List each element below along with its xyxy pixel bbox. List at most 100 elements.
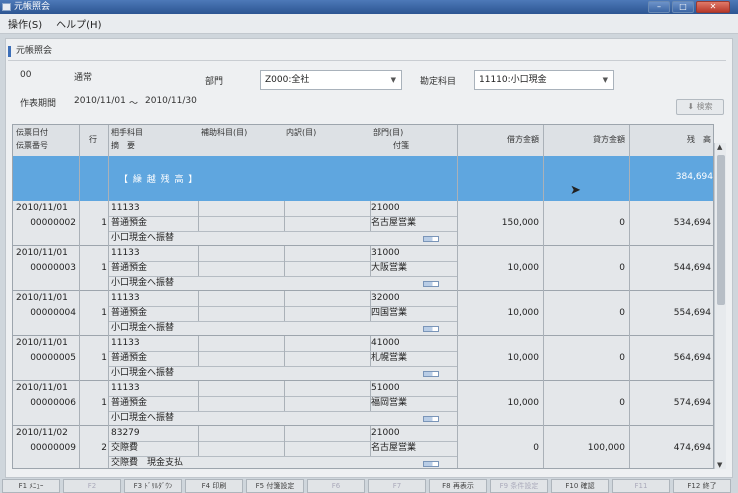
row-voucher-no: 00000003 — [30, 263, 76, 273]
function-key-2[interactable]: F2 — [63, 479, 121, 493]
function-key-bar: F1 ﾒﾆｭｰ F2 F3 ﾄﾞﾘﾙﾀﾞｳﾝ F4 印刷 F5 付箋設定 F6 F7 F8 再… — [0, 479, 738, 493]
row-memo: 交際費 現金支払 — [111, 458, 184, 468]
row-credit: 0 — [619, 353, 625, 363]
function-key-3[interactable]: F3 ﾄﾞﾘﾙﾀﾞｳﾝ — [124, 479, 182, 493]
row-dept-name: 大阪営業 — [371, 263, 408, 273]
header-credit: 貸方金額 — [543, 132, 625, 147]
ledger-row[interactable]: 2010/11/02 00000009 2 83279 交際費 交際費 現金支払 21000… — [13, 426, 713, 468]
tag-indicator-icon[interactable] — [423, 461, 439, 467]
window-title: 元帳照会 — [14, 2, 51, 12]
account-select-value: 11110:小口現金 — [479, 75, 547, 85]
row-account-name: 普通預金 — [111, 353, 148, 363]
scroll-thumb[interactable] — [717, 155, 725, 305]
row-credit: 0 — [619, 308, 625, 318]
vertical-scrollbar[interactable]: ▲ ▼ — [714, 143, 726, 469]
function-key-12[interactable]: F12 終了 — [673, 479, 731, 493]
function-key-10[interactable]: F10 確認 — [551, 479, 609, 493]
period-label: 作表期間 — [20, 99, 57, 109]
search-button[interactable]: ⬇ 検索 — [676, 99, 724, 115]
cell-divider — [108, 456, 457, 457]
ledger-grid: 伝票日付 伝票番号 行 相手科目 摘 要 補助科目(目) 内訳(目) 部門(目)… — [12, 124, 714, 469]
row-account-name: 普通預金 — [111, 263, 148, 273]
ledger-row[interactable]: 2010/11/01 00000004 1 11133 普通預金 小口現金へ振替 32000… — [13, 291, 713, 336]
cell-divider — [198, 246, 199, 276]
function-key-6[interactable]: F6 — [307, 479, 365, 493]
cell-divider — [198, 291, 199, 321]
row-balance: 534,694 — [673, 218, 711, 228]
period-to: 2010/11/30 — [145, 96, 197, 106]
search-button-label: 検索 — [696, 102, 713, 111]
row-debit: 10,000 — [507, 353, 540, 363]
function-key-5[interactable]: F5 付箋設定 — [246, 479, 304, 493]
app-icon — [2, 3, 11, 11]
account-select[interactable]: 11110:小口現金 ▼ — [474, 70, 614, 90]
function-key-11[interactable]: F11 — [612, 479, 670, 493]
cell-divider — [284, 381, 285, 411]
period-from: 2010/11/01 — [74, 96, 126, 106]
function-key-1[interactable]: F1 ﾒﾆｭｰ — [2, 479, 60, 493]
tag-indicator-icon[interactable] — [423, 326, 439, 332]
scroll-down-icon[interactable]: ▼ — [717, 461, 722, 469]
header-sub: 補助科目(目) — [201, 125, 248, 140]
menu-operation[interactable]: 操作(S) — [8, 16, 42, 31]
row-memo: 小口現金へ振替 — [111, 413, 175, 423]
header-tag: 付箋 — [393, 138, 409, 153]
account-label: 勘定科目 — [420, 77, 457, 87]
cell-divider — [108, 216, 457, 217]
tag-indicator-icon[interactable] — [423, 236, 439, 242]
tag-indicator-icon[interactable] — [423, 371, 439, 377]
row-line: 1 — [101, 218, 107, 228]
section-divider — [8, 60, 726, 61]
row-account-name: 普通預金 — [111, 218, 148, 228]
function-key-8[interactable]: F8 再表示 — [429, 479, 487, 493]
cell-divider — [284, 426, 285, 456]
row-account-code: 11133 — [111, 338, 140, 348]
row-date: 2010/11/01 — [16, 383, 68, 393]
ledger-row[interactable]: 2010/11/01 00000003 1 11133 普通預金 小口現金へ振替 31000… — [13, 246, 713, 291]
ledger-row[interactable]: 2010/11/01 00000005 1 11133 普通預金 小口現金へ振替 41000… — [13, 336, 713, 381]
cell-divider — [108, 396, 457, 397]
row-account-name: 交際費 — [111, 443, 139, 453]
maximize-icon[interactable]: □ — [672, 1, 694, 13]
row-voucher-no: 00000004 — [30, 308, 76, 318]
tag-indicator-icon[interactable] — [423, 281, 439, 287]
cell-divider — [108, 366, 457, 367]
header-memo: 摘 要 — [111, 138, 135, 153]
header-detail: 内訳(目) — [286, 125, 317, 140]
minimize-icon[interactable]: – — [648, 1, 670, 13]
close-icon[interactable]: ✕ — [696, 1, 730, 13]
header-balance: 残 高 — [629, 132, 711, 147]
carry-forward-row[interactable]: 【 繰 越 残 高 】 384,694 — [13, 156, 713, 201]
cell-divider — [284, 246, 285, 276]
row-account-name: 普通預金 — [111, 398, 148, 408]
row-dept-name: 四国営業 — [371, 308, 408, 318]
dept-select[interactable]: Z000:全社 ▼ — [260, 70, 402, 90]
header-line: 行 — [89, 132, 97, 147]
cell-divider — [198, 381, 199, 411]
ledger-row[interactable]: 2010/11/01 00000002 1 11133 普通預金 小口現金へ振替 21000… — [13, 201, 713, 246]
cell-divider — [108, 306, 457, 307]
mouse-cursor-icon: ➤ — [570, 183, 581, 198]
function-key-7[interactable]: F7 — [368, 479, 426, 493]
ledger-row[interactable]: 2010/11/01 00000006 1 11133 普通預金 小口現金へ振替 51000… — [13, 381, 713, 426]
function-key-9[interactable]: F9 条件設定 — [490, 479, 548, 493]
row-line: 1 — [101, 308, 107, 318]
function-key-4[interactable]: F4 印刷 — [185, 479, 243, 493]
row-balance: 574,694 — [673, 398, 711, 408]
row-line: 1 — [101, 263, 107, 273]
row-credit: 0 — [619, 218, 625, 228]
menu-help[interactable]: ヘルプ(H) — [56, 16, 101, 31]
row-line: 1 — [101, 398, 107, 408]
row-account-code: 11133 — [111, 293, 140, 303]
cell-divider — [108, 321, 457, 322]
cell-divider — [198, 426, 199, 456]
row-dept-name: 福岡営業 — [371, 398, 408, 408]
tag-indicator-icon[interactable] — [423, 416, 439, 422]
row-date: 2010/11/02 — [16, 428, 68, 438]
col-divider — [629, 125, 630, 468]
carry-forward-label: 【 繰 越 残 高 】 — [119, 175, 199, 185]
row-voucher-no: 00000002 — [30, 218, 76, 228]
scroll-up-icon[interactable]: ▲ — [717, 143, 722, 151]
cell-divider — [108, 411, 457, 412]
row-debit: 10,000 — [507, 308, 540, 318]
